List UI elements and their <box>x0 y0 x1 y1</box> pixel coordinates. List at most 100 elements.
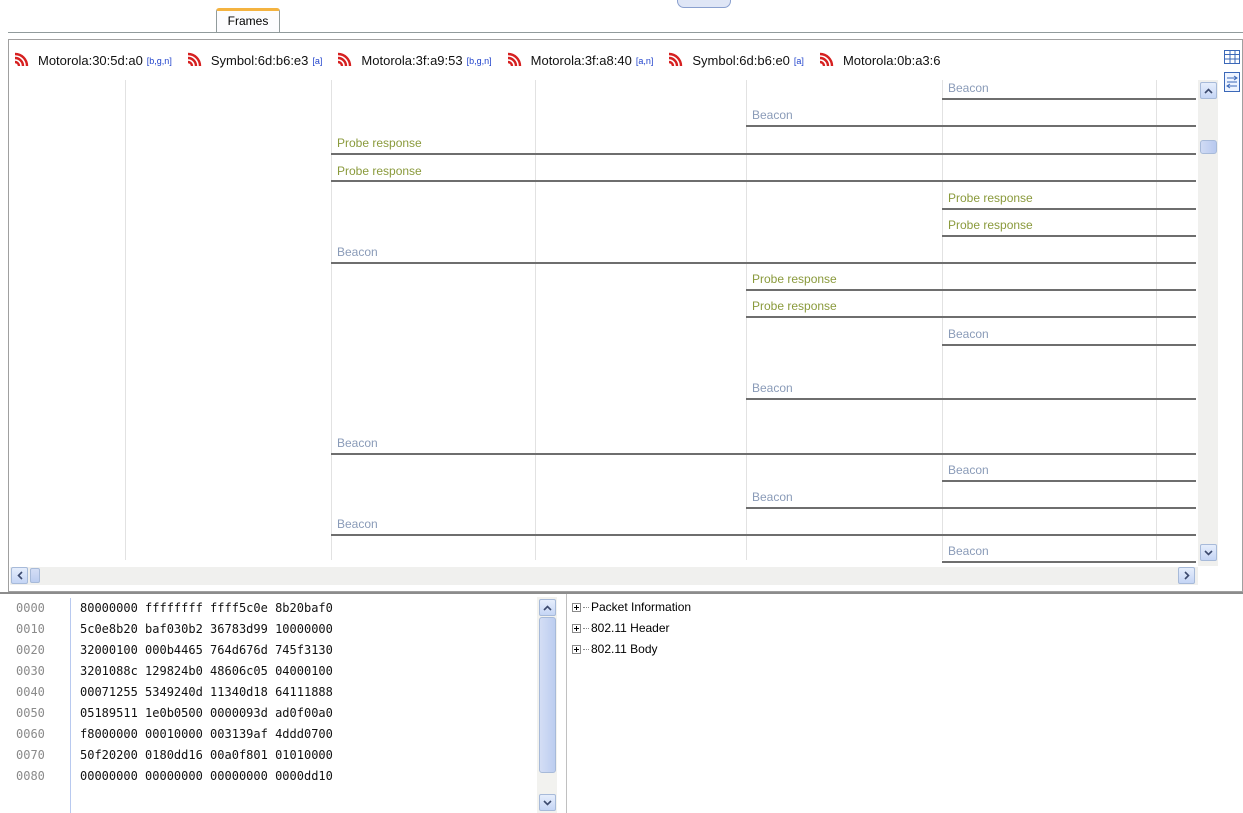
tree-connector <box>583 648 589 650</box>
hex-bytes[interactable]: 3201088c 129824b0 48606c05 04000100 <box>80 664 333 678</box>
chevron-left-icon <box>16 571 23 580</box>
hex-bytes[interactable]: 05189511 1e0b0500 0000093d ad0f00a0 <box>80 706 333 720</box>
frame-arrow-line[interactable] <box>942 344 1196 346</box>
frame-arrow-line[interactable] <box>331 453 1196 455</box>
station-3[interactable]: Motorola:3f:a8:40 [a,n] <box>506 52 653 69</box>
hex-bytes[interactable]: 5c0e8b20 baf030b2 36783d99 10000000 <box>80 622 333 636</box>
beacon-label[interactable]: Beacon <box>752 381 793 395</box>
hex-scroll-down-button[interactable] <box>539 794 556 811</box>
chevron-up-icon <box>543 604 552 611</box>
probe-response-label[interactable]: Probe response <box>948 218 1033 232</box>
station-name: Symbol:6d:b6:e3 <box>210 53 309 68</box>
station-header: Motorola:30:5d:a0 [b,g,n] Symbol:6d:b6:e3[… <box>13 52 1195 78</box>
frame-arrow-line[interactable] <box>331 153 1196 155</box>
toolbar-pill <box>677 0 731 8</box>
tree-node[interactable]: Packet Information <box>572 600 691 614</box>
frame-arrow-line[interactable] <box>746 125 1196 127</box>
frame-arrow-line[interactable] <box>331 262 1196 264</box>
hex-offset: 0050 <box>16 706 45 720</box>
station-name: Motorola:3f:a9:53 <box>361 53 463 68</box>
hex-bytes[interactable]: 32000100 000b4465 764d676d 745f3130 <box>80 643 333 657</box>
hex-bytes[interactable]: f8000000 00010000 003139af 4ddd0700 <box>80 727 333 741</box>
station-band: [a] <box>312 55 323 66</box>
beacon-label[interactable]: Beacon <box>337 245 378 259</box>
frame-arrow-line[interactable] <box>331 534 1196 536</box>
scroll-up-button[interactable] <box>1200 82 1217 99</box>
packet-tree: Packet Information 802.11 Header 802.11 Bo… <box>572 598 1232 808</box>
beacon-label[interactable]: Beacon <box>752 490 793 504</box>
expand-plus-icon[interactable] <box>572 644 581 654</box>
horizontal-scroll-thumb[interactable] <box>30 568 40 583</box>
probe-response-label[interactable]: Probe response <box>337 136 422 150</box>
scroll-down-button[interactable] <box>1200 544 1217 561</box>
frame-arrow-line[interactable] <box>942 235 1196 237</box>
hex-offset: 0000 <box>16 601 45 615</box>
wifi-signal-icon <box>507 52 521 67</box>
scroll-thumb[interactable] <box>1200 140 1217 154</box>
frame-arrow-line[interactable] <box>746 398 1196 400</box>
hex-bytes[interactable]: 00000000 00000000 00000000 0000dd10 <box>80 769 333 783</box>
expand-plus-icon[interactable] <box>572 623 581 633</box>
beacon-label[interactable]: Beacon <box>337 517 378 531</box>
chevron-down-icon <box>1204 549 1213 556</box>
tree-connector <box>583 627 589 629</box>
flow-horizontal-scrollbar[interactable] <box>10 567 1198 585</box>
expand-plus-icon[interactable] <box>572 602 581 612</box>
wifi-signal-icon <box>338 52 352 67</box>
station-timeline-0 <box>125 80 126 560</box>
wifi-signal-icon <box>187 52 202 67</box>
frame-arrow-line[interactable] <box>942 561 1196 563</box>
frame-arrow-line[interactable] <box>942 98 1196 100</box>
tree-node[interactable]: 802.11 Header <box>572 621 670 635</box>
hex-bytes[interactable]: 80000000 ffffffff ffff5c0e 8b20baf0 <box>80 601 333 615</box>
station-band: [b,g,n] <box>146 55 172 66</box>
station-name: Motorola:0b:a3:6 <box>842 53 941 68</box>
chevron-up-icon <box>1204 87 1213 94</box>
tree-node-label: 802.11 Header <box>591 621 670 635</box>
frame-arrow-line[interactable] <box>746 507 1196 509</box>
station-5[interactable]: Motorola:0b:a3:6 <box>818 52 941 69</box>
pane-splitter[interactable] <box>0 592 1243 594</box>
tree-node[interactable]: 802.11 Body <box>572 642 658 656</box>
station-0[interactable]: Motorola:30:5d:a0 [b,g,n] <box>13 52 172 69</box>
station-band: [b,g,n] <box>466 55 492 66</box>
wifi-signal-icon <box>14 52 29 67</box>
beacon-label[interactable]: Beacon <box>337 436 378 450</box>
hex-offset: 0060 <box>16 727 45 741</box>
table-view-icon[interactable] <box>1223 49 1241 65</box>
station-timeline-1 <box>331 80 332 560</box>
flow-view-icon[interactable] <box>1223 71 1241 92</box>
chevron-down-icon <box>543 799 552 806</box>
frame-arrow-line[interactable] <box>942 208 1196 210</box>
frame-arrow-line[interactable] <box>331 180 1196 182</box>
hex-scroll-thumb[interactable] <box>539 617 556 773</box>
probe-response-label[interactable]: Probe response <box>337 164 422 178</box>
station-timeline-2 <box>535 80 536 560</box>
hex-bytes[interactable]: 00071255 5349240d 11340d18 64111888 <box>80 685 333 699</box>
probe-response-label[interactable]: Probe response <box>752 272 837 286</box>
station-name: Motorola:30:5d:a0 <box>38 53 143 68</box>
beacon-label[interactable]: Beacon <box>948 544 989 558</box>
probe-response-label[interactable]: Probe response <box>948 191 1033 205</box>
scroll-left-button[interactable] <box>11 567 28 584</box>
probe-response-label[interactable]: Probe response <box>752 299 837 313</box>
frame-arrow-line[interactable] <box>942 480 1196 482</box>
station-1[interactable]: Symbol:6d:b6:e3 [a] <box>186 52 323 69</box>
station-4[interactable]: Symbol:6d:b6:e0 [a] <box>667 52 804 69</box>
flow-vertical-scrollbar[interactable] <box>1198 80 1218 566</box>
hex-offset: 0030 <box>16 664 45 678</box>
station-2[interactable]: Motorola:3f:a9:53 [b,g,n] <box>336 52 492 69</box>
beacon-label[interactable]: Beacon <box>752 108 793 122</box>
hex-vertical-scrollbar[interactable] <box>537 597 557 813</box>
beacon-label[interactable]: Beacon <box>948 327 989 341</box>
frame-arrow-line[interactable] <box>746 316 1196 318</box>
beacon-label[interactable]: Beacon <box>948 81 989 95</box>
beacon-label[interactable]: Beacon <box>948 463 989 477</box>
station-timeline-3 <box>746 80 747 560</box>
hex-offset: 0070 <box>16 748 45 762</box>
hex-bytes[interactable]: 50f20200 0180dd16 00a0f801 01010000 <box>80 748 333 762</box>
tab-frames[interactable]: Frames <box>216 8 280 33</box>
hex-scroll-up-button[interactable] <box>539 599 556 616</box>
scroll-right-button[interactable] <box>1178 567 1195 584</box>
frame-arrow-line[interactable] <box>746 289 1196 291</box>
